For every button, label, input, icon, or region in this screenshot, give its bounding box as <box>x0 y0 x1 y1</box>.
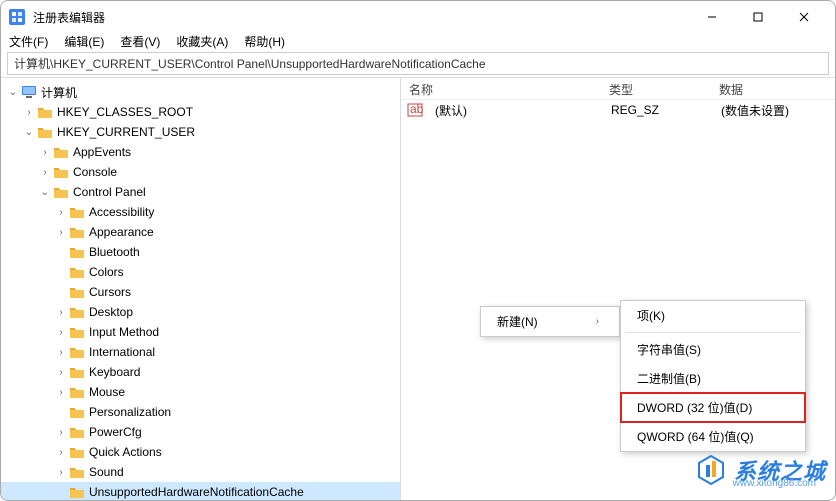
chevron-icon[interactable]: › <box>53 307 69 318</box>
tree-item[interactable]: Personalization <box>1 402 400 422</box>
chevron-icon[interactable]: › <box>53 367 69 378</box>
folder-icon <box>69 265 85 279</box>
tree-view[interactable]: ⌄ 计算机 › HKEY_CLASSES_ROOT ⌄ HKEY_CURRENT… <box>1 78 401 501</box>
folder-icon <box>69 385 85 399</box>
menubar: 文件(F) 编辑(E) 查看(V) 收藏夹(A) 帮助(H) <box>1 33 835 50</box>
chevron-icon[interactable]: › <box>53 467 69 478</box>
folder-icon <box>53 185 69 199</box>
chevron-icon[interactable]: › <box>53 207 69 218</box>
app-icon <box>9 9 25 25</box>
menu-separator <box>625 332 801 333</box>
menu-favorites[interactable]: 收藏夹(A) <box>176 33 228 50</box>
folder-icon <box>69 245 85 259</box>
tree-item[interactable]: ⌄Control Panel <box>1 182 400 202</box>
tree-item[interactable]: ›Desktop <box>1 302 400 322</box>
folder-icon <box>53 145 69 159</box>
context-submenu[interactable]: 项(K) 字符串值(S) 二进制值(B) DWORD (32 位)值(D) QW… <box>620 300 806 452</box>
chevron-right-icon[interactable]: › <box>21 107 37 118</box>
menu-new-qword[interactable]: QWORD (64 位)值(Q) <box>621 422 805 451</box>
menu-new-binary[interactable]: 二进制值(B) <box>621 364 805 393</box>
chevron-icon[interactable]: › <box>37 167 53 178</box>
menu-new-string[interactable]: 字符串值(S) <box>621 335 805 364</box>
chevron-down-icon[interactable]: ⌄ <box>21 127 37 138</box>
close-button[interactable] <box>781 1 827 33</box>
chevron-icon[interactable]: › <box>37 147 53 158</box>
folder-icon <box>69 465 85 479</box>
chevron-icon[interactable]: › <box>53 227 69 238</box>
menu-view[interactable]: 查看(V) <box>120 33 160 50</box>
col-data[interactable]: 数据 <box>711 78 835 99</box>
chevron-icon[interactable]: ⌄ <box>37 187 53 198</box>
menu-file[interactable]: 文件(F) <box>9 33 48 50</box>
folder-icon <box>69 485 85 499</box>
menu-new[interactable]: 新建(N) › <box>481 307 619 336</box>
tree-item[interactable]: ›Sound <box>1 462 400 482</box>
tree-item[interactable]: ›Accessibility <box>1 202 400 222</box>
folder-icon <box>69 225 85 239</box>
address-bar[interactable]: 计算机\HKEY_CURRENT_USER\Control Panel\Unsu… <box>7 52 829 75</box>
tree-item[interactable]: Colors <box>1 262 400 282</box>
folder-icon <box>69 325 85 339</box>
menu-edit[interactable]: 编辑(E) <box>64 33 104 50</box>
computer-icon <box>21 85 37 99</box>
window-title: 注册表编辑器 <box>33 9 689 26</box>
chevron-icon[interactable]: › <box>53 427 69 438</box>
string-value-icon: ab <box>407 103 423 117</box>
watermark: 系统之城 www.xitong86.com <box>694 453 826 487</box>
tree-item[interactable]: Cursors <box>1 282 400 302</box>
tree-hkcr[interactable]: › HKEY_CLASSES_ROOT <box>1 102 400 122</box>
tree-item[interactable]: ›Mouse <box>1 382 400 402</box>
chevron-down-icon[interactable]: ⌄ <box>5 87 21 98</box>
address-text: 计算机\HKEY_CURRENT_USER\Control Panel\Unsu… <box>14 55 486 72</box>
folder-icon <box>69 305 85 319</box>
folder-icon <box>69 445 85 459</box>
tree-item[interactable]: ›Appearance <box>1 222 400 242</box>
minimize-button[interactable] <box>689 1 735 33</box>
tree-item[interactable]: Bluetooth <box>1 242 400 262</box>
titlebar: 注册表编辑器 <box>1 1 835 33</box>
chevron-right-icon: › <box>596 316 599 327</box>
tree-item[interactable]: ›Quick Actions <box>1 442 400 462</box>
tree-hkcu[interactable]: ⌄ HKEY_CURRENT_USER <box>1 122 400 142</box>
tree-item[interactable]: ›Keyboard <box>1 362 400 382</box>
chevron-icon[interactable]: › <box>53 347 69 358</box>
folder-icon <box>69 285 85 299</box>
tree-item[interactable]: ›International <box>1 342 400 362</box>
col-type[interactable]: 类型 <box>601 78 711 99</box>
watermark-icon <box>694 453 728 487</box>
folder-icon <box>37 105 53 119</box>
tree-item[interactable]: ›PowerCfg <box>1 422 400 442</box>
chevron-icon[interactable]: › <box>53 447 69 458</box>
menu-new-dword[interactable]: DWORD (32 位)值(D) <box>621 393 805 422</box>
maximize-button[interactable] <box>735 1 781 33</box>
folder-icon <box>69 345 85 359</box>
menu-help[interactable]: 帮助(H) <box>244 33 285 50</box>
tree-root[interactable]: ⌄ 计算机 <box>1 82 400 102</box>
tree-item[interactable]: ›AppEvents <box>1 142 400 162</box>
chevron-icon[interactable]: › <box>53 327 69 338</box>
tree-item[interactable]: ›Console <box>1 162 400 182</box>
list-header: 名称 类型 数据 <box>401 78 835 100</box>
tree-item[interactable]: UnsupportedHardwareNotificationCache <box>1 482 400 501</box>
folder-icon <box>69 365 85 379</box>
folder-icon <box>69 405 85 419</box>
folder-icon <box>69 425 85 439</box>
folder-icon <box>69 205 85 219</box>
list-row[interactable]: ab (默认) REG_SZ (数值未设置) <box>401 100 835 120</box>
col-name[interactable]: 名称 <box>401 78 601 99</box>
svg-text:ab: ab <box>410 103 423 116</box>
context-menu[interactable]: 新建(N) › <box>480 306 620 337</box>
chevron-icon[interactable]: › <box>53 387 69 398</box>
folder-icon <box>53 165 69 179</box>
menu-new-key[interactable]: 项(K) <box>621 301 805 330</box>
folder-icon <box>37 125 53 139</box>
tree-item[interactable]: ›Input Method <box>1 322 400 342</box>
